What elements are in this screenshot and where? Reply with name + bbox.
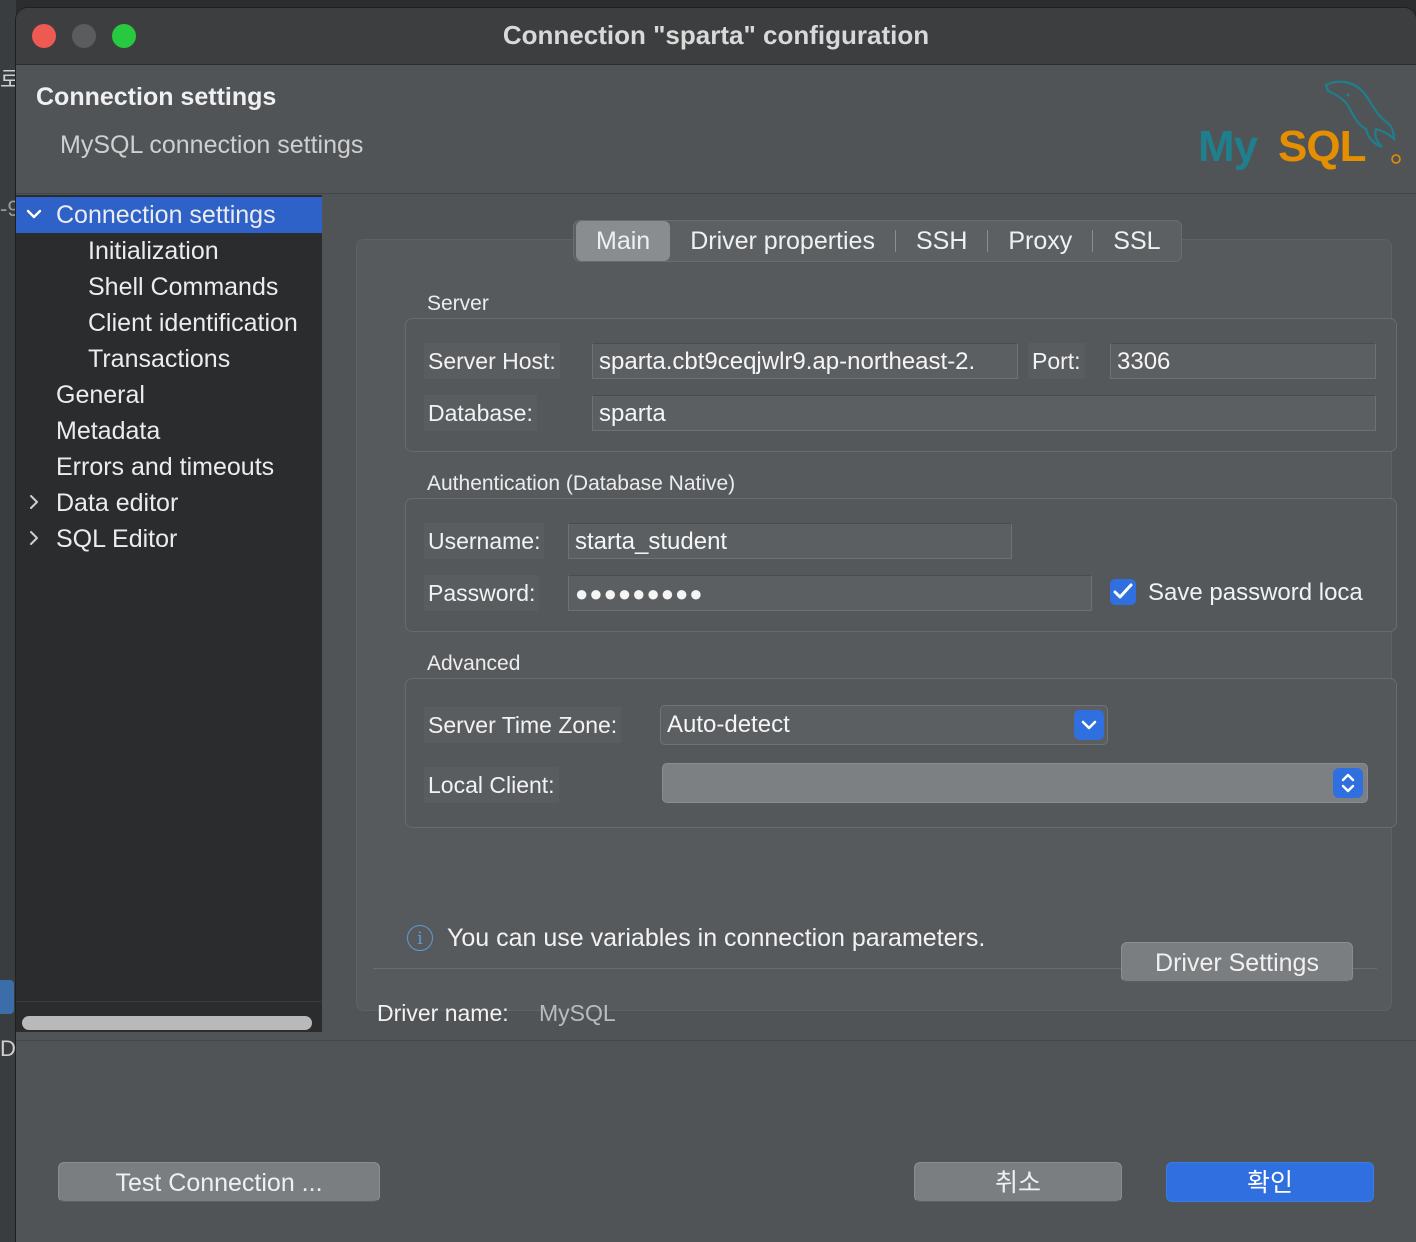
nav-item-label: Errors and timeouts: [56, 453, 275, 481]
nav-item-label: Shell Commands: [88, 273, 279, 301]
nav-item-general[interactable]: General: [16, 377, 322, 413]
password-label: Password:: [424, 575, 540, 611]
footer-divider: [16, 1040, 1416, 1041]
port-input[interactable]: 3306: [1110, 343, 1376, 379]
chevron-right-icon[interactable]: [24, 485, 44, 521]
server-host-input[interactable]: sparta.cbt9ceqjwlr9.ap-northeast-2.: [592, 343, 1018, 379]
nav-item-client-identification[interactable]: Client identification: [16, 305, 322, 341]
nav-item-label: Transactions: [88, 345, 231, 373]
close-window-button[interactable]: [32, 24, 56, 48]
settings-panel: Server Server Host: sparta.cbt9ceqjwlr9.…: [356, 220, 1397, 1026]
nav-item-label: Metadata: [56, 417, 161, 445]
background-glyph: -9: [0, 196, 20, 221]
tab-ssh[interactable]: SSH: [896, 221, 987, 261]
advanced-group-label: Advanced: [427, 652, 521, 675]
nav-item-label: Initialization: [88, 237, 219, 265]
connection-tabs: Main Driver properties SSH Proxy SSL: [573, 220, 1182, 262]
advanced-group: Server Time Zone: Auto-detect Local Clie…: [405, 678, 1397, 828]
nav-item-label: General: [56, 381, 145, 409]
page-header: Connection settings MySQL connection set…: [16, 65, 1416, 194]
server-host-label: Server Host:: [424, 343, 560, 379]
server-group: Server Host: sparta.cbt9ceqjwlr9.ap-nort…: [405, 318, 1397, 452]
nav-item-sql-editor[interactable]: SQL Editor: [16, 521, 322, 557]
tab-proxy[interactable]: Proxy: [988, 221, 1092, 261]
nav-item-initialization[interactable]: Initialization: [16, 233, 322, 269]
nav-item-label: SQL Editor: [56, 525, 178, 553]
nav-horizontal-scrollbar[interactable]: [16, 1001, 322, 1032]
mysql-logo: My SQL: [1198, 80, 1401, 171]
save-password-label[interactable]: Save password loca: [1148, 575, 1376, 611]
server-time-zone-label: Server Time Zone:: [424, 707, 622, 743]
variables-info-text: You can use variables in connection para…: [447, 923, 986, 952]
port-label: Port:: [1028, 343, 1085, 379]
auth-group-label: Authentication (Database Native): [427, 472, 736, 495]
nav-item-label: Client identification: [88, 309, 298, 337]
settings-nav-tree: Connection settings Initialization Shell…: [16, 195, 322, 1032]
page-title: Connection settings: [36, 83, 277, 111]
background-glyph: 로: [0, 67, 21, 92]
background-glyph: D: [0, 1036, 16, 1061]
driver-name-label: Driver name:: [377, 1000, 509, 1026]
driver-settings-button[interactable]: Driver Settings: [1121, 942, 1353, 982]
connection-config-window: Connection "sparta" configuration Connec…: [16, 8, 1416, 1242]
save-password-checkbox[interactable]: [1110, 579, 1136, 605]
svg-text:SQL: SQL: [1278, 122, 1366, 171]
chevron-right-icon[interactable]: [24, 521, 44, 557]
nav-item-metadata[interactable]: Metadata: [16, 413, 322, 449]
local-client-select[interactable]: [662, 763, 1368, 803]
server-time-zone-value: Auto-detect: [667, 711, 790, 738]
nav-item-errors-and-timeouts[interactable]: Errors and timeouts: [16, 449, 322, 485]
info-icon: i: [407, 925, 433, 951]
background-ide-strip: 로 -9 D: [0, 0, 21, 1242]
driver-name-value: MySQL: [539, 1000, 616, 1026]
svg-text:My: My: [1198, 122, 1259, 171]
ok-button[interactable]: 확인: [1166, 1162, 1374, 1202]
server-time-zone-select[interactable]: Auto-detect: [660, 705, 1108, 745]
scrollbar-thumb[interactable]: [22, 1016, 312, 1030]
nav-item-data-editor[interactable]: Data editor: [16, 485, 322, 521]
variables-info: i You can use variables in connection pa…: [407, 920, 985, 956]
cancel-button[interactable]: 취소: [914, 1162, 1122, 1202]
tab-ssl[interactable]: SSL: [1093, 221, 1180, 261]
main-settings-area: Server Server Host: sparta.cbt9ceqjwlr9.…: [330, 195, 1416, 1041]
chevron-down-icon[interactable]: [24, 197, 44, 233]
tab-driver-properties[interactable]: Driver properties: [670, 221, 895, 261]
background-gear-icon: [0, 980, 14, 1014]
auth-group: Username: starta_student Password: ●●●●●…: [405, 498, 1397, 632]
password-input[interactable]: ●●●●●●●●●: [568, 575, 1092, 611]
nav-item-label: Data editor: [56, 489, 179, 517]
tab-main[interactable]: Main: [576, 221, 671, 261]
database-label: Database:: [424, 395, 537, 431]
test-connection-button[interactable]: Test Connection ...: [58, 1162, 380, 1202]
page-subtitle: MySQL connection settings: [60, 131, 364, 159]
username-label: Username:: [424, 523, 545, 559]
nav-item-transactions[interactable]: Transactions: [16, 341, 322, 377]
window-title: Connection "sparta" configuration: [502, 20, 930, 50]
up-down-chevron-icon[interactable]: [1333, 768, 1363, 798]
maximize-window-button[interactable]: [112, 24, 136, 48]
username-input[interactable]: starta_student: [568, 523, 1012, 559]
local-client-label: Local Client:: [424, 767, 559, 803]
database-input[interactable]: sparta: [592, 395, 1376, 431]
chevron-down-icon[interactable]: [1074, 710, 1104, 740]
checkmark-icon: [1113, 583, 1133, 599]
minimize-window-button[interactable]: [72, 24, 96, 48]
nav-item-label: Connection settings: [56, 201, 276, 229]
server-group-label: Server: [427, 292, 489, 315]
nav-item-shell-commands[interactable]: Shell Commands: [16, 269, 322, 305]
title-bar: Connection "sparta" configuration: [16, 8, 1416, 65]
nav-item-connection-settings[interactable]: Connection settings: [16, 197, 322, 233]
